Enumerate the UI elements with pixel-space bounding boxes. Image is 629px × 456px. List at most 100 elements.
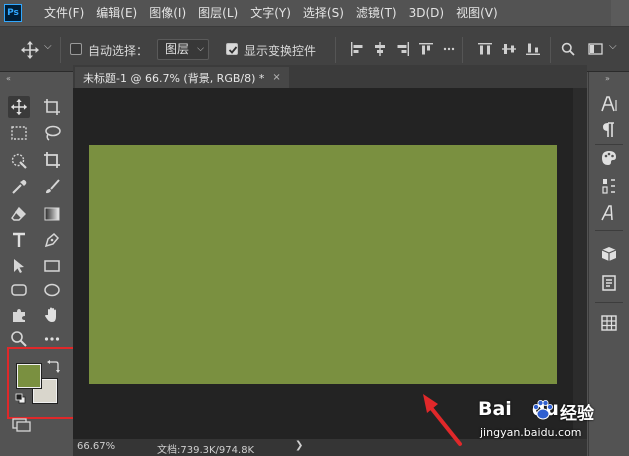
workspace-icon[interactable] <box>588 42 606 56</box>
pen-tool[interactable] <box>41 229 63 251</box>
tool-preset-chevron-icon[interactable]: ⌵ <box>44 41 52 52</box>
menu-filter[interactable]: 滤镜(T) <box>350 0 403 26</box>
workspace-chevron-icon[interactable]: ⌵ <box>609 41 617 52</box>
photoshop-logo: Ps <box>4 4 22 22</box>
auto-select-checkbox[interactable] <box>70 43 82 55</box>
lasso-icon <box>45 125 61 141</box>
document-tab-bar: 未标题-1 @ 66.7% (背景, RGB/8) * × <box>73 65 587 88</box>
menu-select[interactable]: 选择(S) <box>297 0 350 26</box>
distribute-vcenter-icon[interactable] <box>502 42 516 56</box>
type-icon <box>13 232 25 247</box>
adjustments-panel-button[interactable] <box>599 176 619 196</box>
panel-collapse-icon[interactable]: « <box>6 74 11 83</box>
auto-select-label: 自动选择： <box>88 44 149 58</box>
marquee-icon <box>11 126 27 140</box>
document-canvas[interactable] <box>89 145 557 384</box>
canvas-viewport[interactable] <box>73 88 587 439</box>
menu-image[interactable]: 图像(I) <box>143 0 192 26</box>
glyphs-icon <box>601 205 613 221</box>
paragraph-icon <box>603 122 614 137</box>
baidu-paw-logo <box>533 400 553 420</box>
gradient-icon <box>44 207 60 221</box>
type-tool[interactable] <box>8 229 30 251</box>
default-colors-icon[interactable] <box>15 393 26 404</box>
path-select-icon <box>14 259 24 273</box>
show-transform-checkbox[interactable] <box>226 43 238 55</box>
hand-icon <box>45 307 56 322</box>
paragraph-panel-button[interactable] <box>599 120 619 140</box>
artboard-icon <box>44 99 60 115</box>
panel-divider <box>595 230 623 231</box>
zoom-level[interactable]: 66.67% <box>77 441 115 452</box>
palette-icon <box>602 151 616 165</box>
character-icon <box>601 96 617 112</box>
search-icon[interactable] <box>561 42 575 56</box>
eyedropper-tool[interactable] <box>8 176 30 198</box>
close-icon[interactable]: × <box>272 72 280 83</box>
distribute-top-icon[interactable] <box>478 42 492 56</box>
align-left-icon[interactable] <box>350 42 364 56</box>
eraser-icon <box>11 206 26 221</box>
swap-colors-icon[interactable] <box>46 360 60 374</box>
panel-divider <box>595 302 623 303</box>
menu-file[interactable]: 文件(F) <box>38 0 90 26</box>
foreground-color-swatch[interactable] <box>16 363 42 389</box>
status-menu-icon[interactable]: ❯ <box>295 440 303 451</box>
crop-icon <box>44 152 60 168</box>
puzzle-icon <box>13 309 25 322</box>
ellipse-tool[interactable] <box>41 279 63 301</box>
move-tool-icon[interactable] <box>20 40 40 60</box>
watermark-cn: 经验 <box>560 404 594 424</box>
quick-mask-icon[interactable] <box>12 417 32 433</box>
path-select-tool[interactable] <box>8 255 30 277</box>
menu-type[interactable]: 文字(Y) <box>244 0 297 26</box>
marquee-tool[interactable] <box>8 122 30 144</box>
menu-edit[interactable]: 编辑(E) <box>90 0 143 26</box>
baidu-jingyan-watermark: Baidu 经验 jingyan.baidu.com <box>478 398 618 442</box>
brush-tool[interactable] <box>41 176 63 198</box>
zoom-icon <box>11 331 27 347</box>
quick-select-tool[interactable] <box>8 149 30 171</box>
options-divider <box>462 37 463 63</box>
rectangle-icon <box>44 260 60 272</box>
more-align-icon[interactable] <box>442 42 456 56</box>
character-panel-button[interactable] <box>599 94 619 114</box>
lasso-tool[interactable] <box>41 122 63 144</box>
panel-expand-icon[interactable]: » <box>605 74 610 83</box>
gradient-tool[interactable] <box>41 203 63 225</box>
eyedropper-icon <box>12 179 27 194</box>
custom-shape-tool[interactable] <box>8 304 30 326</box>
grid-icon <box>601 315 617 331</box>
3d-panel-button[interactable] <box>599 244 619 264</box>
checkmark-icon <box>228 46 238 54</box>
chevron-down-icon: ⌵ <box>197 44 204 54</box>
menu-3d[interactable]: 3D(D) <box>403 0 450 26</box>
3d-icon <box>601 247 617 261</box>
align-right-icon[interactable] <box>396 42 410 56</box>
distribute-bottom-icon[interactable] <box>526 42 540 56</box>
glyphs-panel-button[interactable] <box>599 203 619 223</box>
eraser-tool[interactable] <box>8 203 30 225</box>
hand-tool[interactable] <box>41 304 63 326</box>
move-tool[interactable] <box>8 96 30 118</box>
rectangle-tool[interactable] <box>41 255 63 277</box>
grid-panel-button[interactable] <box>599 313 619 333</box>
menu-view[interactable]: 视图(V) <box>450 0 504 26</box>
move-icon <box>10 98 28 116</box>
swatches-panel-button[interactable] <box>599 148 619 168</box>
auto-select-target-dropdown[interactable]: 图层 ⌵ <box>157 39 209 60</box>
menu-layer[interactable]: 图层(L) <box>192 0 244 26</box>
artboard-tool[interactable] <box>41 96 63 118</box>
align-top-icon[interactable] <box>419 42 433 56</box>
quick-select-icon <box>11 153 27 169</box>
crop-tool[interactable] <box>41 149 63 171</box>
document-size-info: 文档:739.3K/974.8K <box>157 445 255 456</box>
rounded-rectangle-tool[interactable] <box>8 279 30 301</box>
menu-bar: Ps 文件(F) 编辑(E) 图像(I) 图层(L) 文字(Y) 选择(S) 滤… <box>0 0 629 26</box>
vertical-scrollbar[interactable] <box>573 88 587 439</box>
document-tab[interactable]: 未标题-1 @ 66.7% (背景, RGB/8) * × <box>75 67 289 88</box>
adjustments-icon <box>602 179 615 194</box>
options-divider <box>550 37 551 63</box>
align-hcenter-icon[interactable] <box>373 42 387 56</box>
libraries-panel-button[interactable] <box>599 273 619 293</box>
